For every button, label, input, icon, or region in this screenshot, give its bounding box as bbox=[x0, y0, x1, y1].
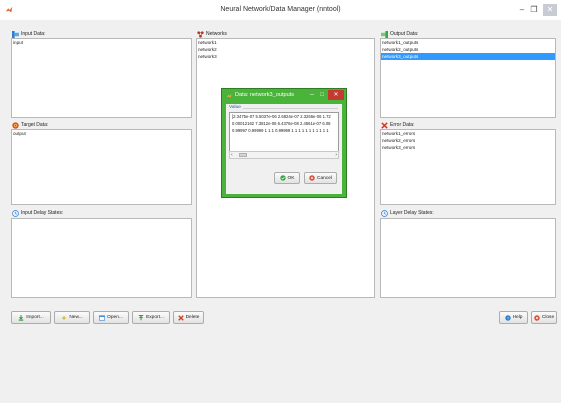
data-dialog: Data: network3_outputs – □ ✕ Value [2.34… bbox=[221, 88, 347, 198]
list-item[interactable]: network2 bbox=[197, 46, 374, 53]
export-icon bbox=[138, 314, 144, 320]
clock-icon bbox=[381, 209, 388, 217]
dialog-body: Value [2.3475e-07 5.5037e-06 2.6824e-07 … bbox=[226, 104, 342, 194]
layer-delay-label: Layer Delay States: bbox=[381, 209, 434, 217]
network-icon bbox=[197, 30, 204, 38]
value-line: [2.3475e-07 5.5037e-06 2.6824e-07 2.3266… bbox=[232, 114, 331, 119]
clock-icon bbox=[12, 209, 19, 217]
import-icon bbox=[18, 314, 24, 321]
group-divider bbox=[243, 108, 338, 109]
list-item[interactable]: network3 bbox=[197, 53, 374, 60]
networks-label: Networks bbox=[197, 30, 227, 38]
svg-text:?: ? bbox=[507, 316, 509, 320]
cancel-button[interactable]: Cancel bbox=[304, 172, 337, 184]
list-item[interactable]: network1_outputs bbox=[381, 39, 555, 46]
dialog-maximize-button[interactable]: □ bbox=[318, 91, 326, 99]
open-button[interactable]: Open... bbox=[93, 311, 129, 324]
dialog-titlebar[interactable]: Data: network3_outputs – □ ✕ bbox=[222, 89, 346, 103]
list-item[interactable]: network3_errors bbox=[381, 144, 555, 151]
ok-icon bbox=[279, 175, 286, 181]
input-delay-list[interactable] bbox=[11, 218, 192, 298]
new-button[interactable]: New... bbox=[54, 311, 90, 324]
scroll-left-icon[interactable]: ‹ bbox=[231, 152, 233, 159]
value-line: 0.00012162 7.3812e-06 6.4376e-08 2.4561e… bbox=[232, 121, 331, 126]
delete-button[interactable]: Delete bbox=[173, 311, 204, 324]
input-data-label: Input Data: bbox=[12, 30, 45, 38]
value-group-label: Value bbox=[229, 105, 241, 110]
window-title: Neural Network/Data Manager (nntool) bbox=[220, 6, 341, 13]
matlab-app-icon bbox=[226, 93, 232, 98]
new-icon bbox=[61, 314, 67, 321]
value-textarea[interactable]: [2.3475e-07 5.5037e-06 2.6824e-07 2.3266… bbox=[229, 112, 339, 152]
close-icon bbox=[534, 314, 540, 321]
error-data-label: Error Data: bbox=[381, 121, 414, 129]
list-item[interactable]: input bbox=[12, 39, 191, 46]
list-item-selected[interactable]: network3_outputs bbox=[381, 53, 555, 60]
output-data-icon bbox=[381, 30, 388, 38]
output-data-label: Output Data: bbox=[381, 30, 418, 38]
maximize-button[interactable]: ❐ bbox=[529, 4, 539, 16]
target-data-label: Target Data: bbox=[12, 121, 48, 129]
scroll-thumb[interactable] bbox=[239, 153, 247, 157]
ok-button[interactable]: OK bbox=[274, 172, 300, 184]
dialog-title: Data: network3_outputs bbox=[235, 92, 295, 98]
help-button[interactable]: ? Help bbox=[499, 311, 528, 324]
target-icon bbox=[12, 121, 19, 129]
layer-delay-list[interactable] bbox=[380, 218, 556, 298]
cancel-icon bbox=[309, 175, 315, 181]
input-data-list[interactable]: input bbox=[11, 38, 192, 118]
error-icon bbox=[381, 121, 388, 129]
output-data-list[interactable]: network1_outputs network2_outputs networ… bbox=[380, 38, 556, 118]
error-data-list[interactable]: network1_errors network2_errors network3… bbox=[380, 129, 556, 205]
input-delay-label: Input Delay States: bbox=[12, 209, 63, 217]
open-icon bbox=[99, 314, 106, 321]
list-item[interactable]: network2_outputs bbox=[381, 46, 555, 53]
dialog-minimize-button[interactable]: – bbox=[308, 91, 316, 99]
list-item[interactable]: network1 bbox=[197, 39, 374, 46]
target-data-list[interactable]: output bbox=[11, 129, 192, 205]
close-window-button[interactable]: ✕ bbox=[543, 4, 557, 16]
help-icon: ? bbox=[504, 314, 511, 321]
delete-icon bbox=[177, 314, 184, 321]
list-item[interactable]: network1_errors bbox=[381, 130, 555, 137]
list-item[interactable]: network2_errors bbox=[381, 137, 555, 144]
dialog-close-button[interactable]: ✕ bbox=[328, 90, 344, 100]
minimize-button[interactable]: – bbox=[517, 4, 527, 16]
value-line: 0.99997 0.99999 1 1 1 0.99999 1 1 1 1 1 … bbox=[232, 128, 329, 133]
list-item[interactable]: output bbox=[12, 130, 191, 137]
export-button[interactable]: Export... bbox=[132, 311, 170, 324]
import-button[interactable]: Import... bbox=[11, 311, 51, 324]
horizontal-scrollbar[interactable]: ‹ › bbox=[229, 151, 339, 159]
scroll-right-icon[interactable]: › bbox=[335, 152, 337, 159]
input-data-icon bbox=[12, 30, 19, 38]
close-button[interactable]: Close bbox=[531, 311, 557, 324]
window-titlebar: Neural Network/Data Manager (nntool) – ❐… bbox=[0, 0, 561, 20]
